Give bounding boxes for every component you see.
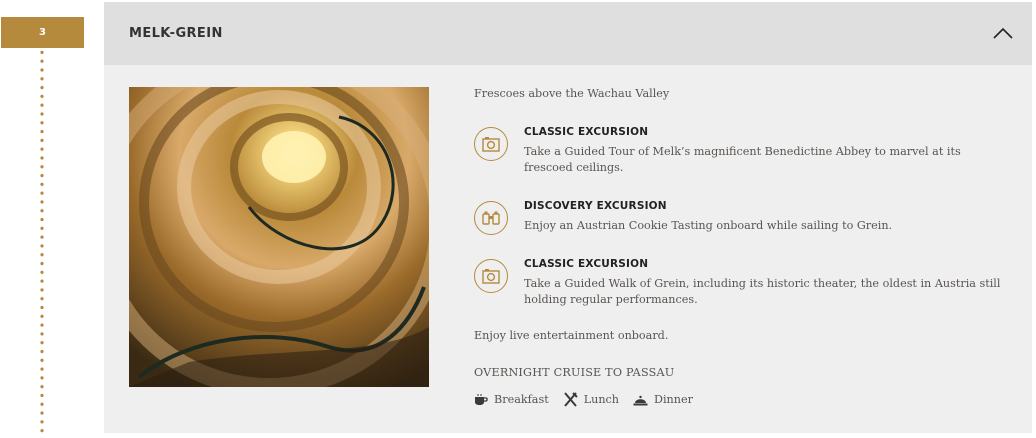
meal-label: Dinner	[654, 393, 693, 406]
card-title: MELK-GREIN	[129, 26, 223, 41]
binoculars-icon	[474, 201, 508, 235]
spiral-staircase-photo	[129, 87, 429, 387]
camera-icon	[474, 259, 508, 293]
cloche-icon	[633, 395, 648, 405]
itinerary-day-card: MELK-GREIN Frescoes above the Wachau Val…	[104, 2, 1032, 433]
fork-knife-icon	[563, 392, 578, 407]
excursion-type: CLASSIC EXCURSION	[524, 126, 649, 138]
entertainment-text: Enjoy live entertainment onboard.	[474, 329, 669, 342]
day-intro-text: Frescoes above the Wachau Valley	[474, 87, 670, 100]
excursion-type: CLASSIC EXCURSION	[524, 258, 649, 270]
collapse-button[interactable]	[990, 22, 1016, 44]
meal-breakfast: Breakfast	[474, 393, 549, 406]
excursion-description: Take a Guided Walk of Grein, including i…	[524, 277, 1001, 306]
meal-lunch: Lunch	[563, 392, 619, 407]
overnight-text: OVERNIGHT CRUISE TO PASSAU	[474, 366, 675, 379]
meal-dinner: Dinner	[633, 393, 693, 406]
excursion-description: Take a Guided Tour of Melk’s magnificent…	[524, 145, 961, 174]
day-number-badge: 3	[1, 17, 84, 48]
chevron-up-icon	[993, 27, 1013, 39]
meals-row: Breakfast Lunch Dinner	[474, 392, 707, 407]
camera-icon	[474, 127, 508, 161]
coffee-cup-icon	[475, 393, 488, 405]
meal-label: Lunch	[583, 393, 619, 406]
excursion-description: Enjoy an Austrian Cookie Tasting onboard…	[524, 219, 893, 232]
meal-label: Breakfast	[494, 393, 549, 406]
timeline-dotted-line	[40, 48, 44, 438]
card-header[interactable]: MELK-GREIN	[104, 2, 1032, 65]
excursion-type: DISCOVERY EXCURSION	[524, 200, 667, 212]
